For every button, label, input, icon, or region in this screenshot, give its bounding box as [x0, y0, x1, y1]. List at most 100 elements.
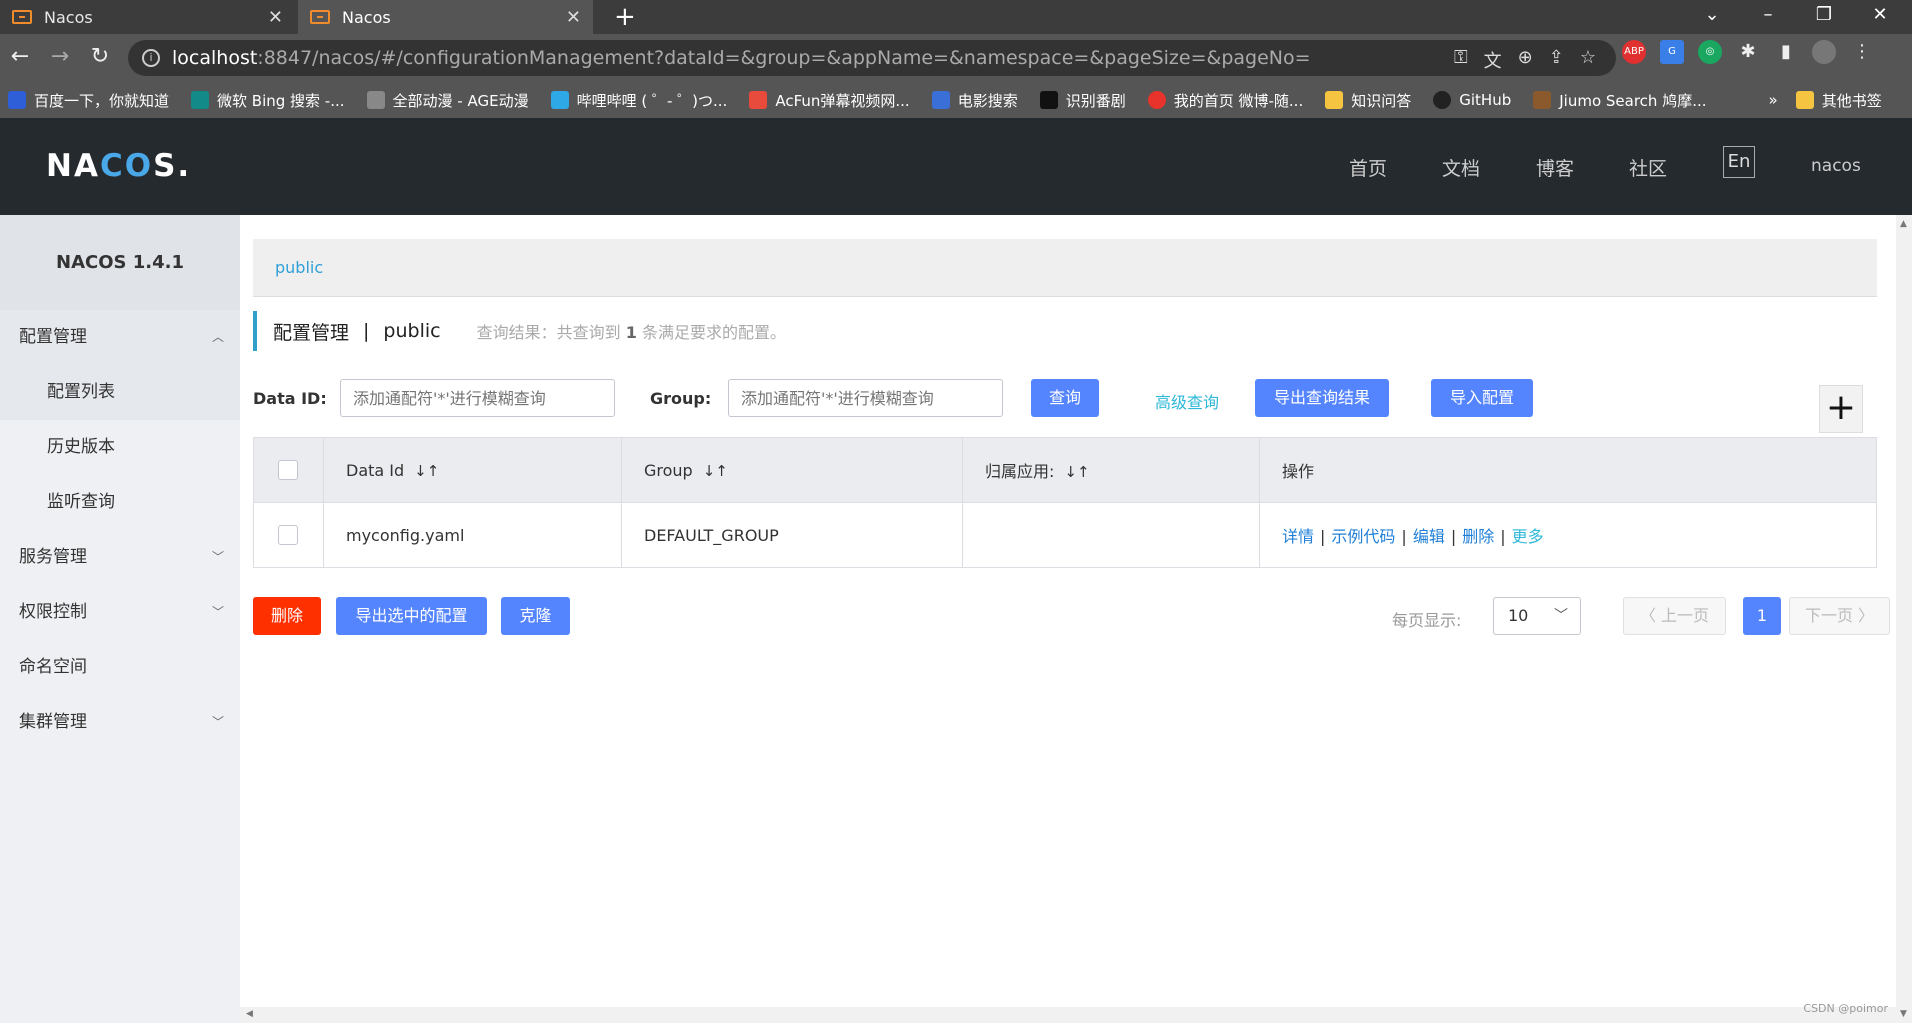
import-config-button[interactable]: 导入配置 — [1431, 379, 1533, 417]
bookmarks-overflow-button[interactable]: » — [1769, 91, 1778, 109]
select-all-checkbox[interactable] — [278, 460, 298, 481]
page-size-select[interactable]: 10 ﹀ — [1493, 597, 1581, 635]
extension-bar: ABP G ◎ ✱ ▮ ⋮ — [1622, 40, 1874, 64]
user-menu[interactable]: nacos — [1811, 156, 1861, 176]
nacos-logo[interactable]: NACOS. — [46, 148, 191, 184]
nacos-favicon-icon — [12, 10, 32, 24]
bookmark-item[interactable]: 微软 Bing 搜索 -... — [191, 90, 345, 111]
bookmark-star-icon[interactable]: ☆ — [1580, 47, 1596, 73]
translate-extension-icon[interactable]: G — [1660, 40, 1684, 64]
key-icon[interactable]: ⚿ — [1454, 47, 1468, 73]
namespace-tab-public[interactable]: public — [275, 258, 323, 277]
sidebar-group-permission[interactable]: 权限控制 ﹀ — [0, 585, 240, 640]
sidebar-group-cluster[interactable]: 集群管理 ﹀ — [0, 695, 240, 750]
op-sample-code-link[interactable]: 示例代码 — [1331, 527, 1395, 546]
nav-blog[interactable]: 博客 — [1536, 154, 1574, 181]
bookmark-item[interactable]: 我的首页 微博-随... — [1147, 90, 1303, 111]
green-extension-icon[interactable]: ◎ — [1698, 40, 1722, 64]
other-bookmarks-folder[interactable]: 其他书签 — [1795, 90, 1882, 111]
back-arrow-icon[interactable]: ← — [4, 42, 36, 74]
browser-menu-icon[interactable]: ⋮ — [1850, 40, 1874, 64]
sidebar-group-namespace[interactable]: 命名空间 — [0, 640, 240, 695]
translate-icon[interactable]: 文 — [1484, 47, 1502, 73]
close-window-icon[interactable]: ✕ — [1852, 0, 1908, 34]
nav-community[interactable]: 社区 — [1629, 154, 1667, 181]
puzzle-extensions-icon[interactable]: ✱ — [1736, 40, 1760, 64]
zoom-icon[interactable]: ⊕ — [1518, 47, 1533, 73]
export-results-button[interactable]: 导出查询结果 — [1255, 379, 1389, 417]
sidebar-group-service[interactable]: 服务管理 ﹀ — [0, 530, 240, 585]
scroll-up-icon[interactable]: ▲ — [1900, 219, 1907, 229]
chevron-up-icon: ︿ — [211, 330, 224, 344]
bookmark-item[interactable]: GitHub — [1433, 91, 1511, 109]
delete-button[interactable]: 删除 — [253, 597, 321, 635]
row-checkbox[interactable] — [278, 525, 298, 546]
tab-search-chevron-icon[interactable]: ⌄ — [1684, 0, 1740, 34]
group-input[interactable] — [728, 379, 1003, 417]
sort-icon[interactable]: ↓↑ — [414, 462, 439, 480]
sort-icon[interactable]: ↓↑ — [1064, 463, 1089, 481]
sidebar-item-history[interactable]: 历史版本 — [0, 420, 240, 475]
bookmarks-bar: 百度一下，你就知道 微软 Bing 搜索 -... 全部动漫 - AGE动漫 哔… — [0, 82, 1912, 118]
browser-tab-2[interactable]: Nacos ✕ — [298, 0, 593, 34]
close-tab-icon[interactable]: ✕ — [268, 7, 283, 28]
next-page-button[interactable]: 下一页 〉 — [1789, 597, 1890, 635]
url-path: :8847/nacos/#/configurationManagement?da… — [257, 47, 1311, 69]
op-edit-link[interactable]: 编辑 — [1413, 527, 1445, 546]
site-info-icon[interactable]: i — [142, 49, 160, 67]
clone-button[interactable]: 克隆 — [501, 597, 570, 635]
bookmark-item[interactable]: 全部动漫 - AGE动漫 — [366, 90, 529, 111]
add-config-button[interactable]: + — [1819, 385, 1863, 433]
bookmark-item[interactable]: 识别番剧 — [1039, 90, 1126, 111]
browser-tab-1[interactable]: Nacos ✕ — [0, 0, 295, 34]
bookmark-item[interactable]: 哔哩哔哩 ( ゜- ゜)つ... — [550, 90, 727, 111]
advanced-query-link[interactable]: 高级查询 — [1155, 389, 1219, 413]
share-icon[interactable]: ⇪ — [1549, 47, 1564, 73]
bookmark-item[interactable]: 电影搜索 — [931, 90, 1018, 111]
close-tab-icon[interactable]: ✕ — [566, 7, 581, 28]
browser-tab-bar: Nacos ✕ Nacos ✕ + ⌄ – ❐ ✕ — [0, 0, 1912, 34]
new-tab-button[interactable]: + — [614, 2, 636, 32]
scroll-down-icon[interactable]: ▼ — [1900, 1009, 1907, 1019]
vertical-scrollbar[interactable]: ▲ ▼ — [1896, 215, 1912, 1023]
watermark: CSDN @poimor — [1803, 1002, 1888, 1015]
bookmark-favicon-icon — [550, 91, 569, 109]
minimize-icon[interactable]: – — [1740, 0, 1796, 34]
data-id-input[interactable] — [340, 379, 615, 417]
op-delete-link[interactable]: 删除 — [1462, 527, 1494, 546]
chevron-down-icon: ﹀ — [1554, 608, 1568, 624]
nav-docs[interactable]: 文档 — [1442, 154, 1480, 181]
folder-icon — [1795, 91, 1814, 109]
export-selected-button[interactable]: 导出选中的配置 — [336, 597, 487, 635]
side-panel-icon[interactable]: ▮ — [1774, 40, 1798, 64]
restore-icon[interactable]: ❐ — [1796, 0, 1852, 34]
bookmark-item[interactable]: AcFun弹幕视频网... — [749, 90, 910, 111]
horizontal-scrollbar[interactable]: ◀ — [240, 1007, 1896, 1023]
chevron-down-icon: ﹀ — [211, 715, 224, 729]
sidebar-item-config-list[interactable]: 配置列表 — [0, 365, 240, 420]
column-app: 归属应用: ↓↑ — [962, 437, 1260, 503]
nav-home[interactable]: 首页 — [1349, 154, 1387, 181]
op-detail-link[interactable]: 详情 — [1282, 527, 1314, 546]
table-header-row: Data Id ↓↑ Group ↓↑ 归属应用: ↓↑ 操作 — [253, 437, 1877, 503]
reload-icon[interactable]: ↻ — [84, 42, 116, 74]
bookmark-item[interactable]: Jiumo Search 鸠摩... — [1533, 90, 1707, 111]
profile-avatar[interactable] — [1812, 40, 1836, 64]
language-toggle-button[interactable]: En — [1723, 146, 1755, 178]
current-page-button[interactable]: 1 — [1743, 597, 1781, 635]
sidebar-group-config[interactable]: 配置管理 ︿ — [0, 310, 240, 365]
prev-page-button[interactable]: 〈 上一页 — [1623, 597, 1726, 635]
bookmark-item[interactable]: 知识问答 — [1325, 90, 1411, 111]
forward-arrow-icon[interactable]: → — [44, 42, 76, 74]
sidebar-item-listener-query[interactable]: 监听查询 — [0, 475, 240, 530]
scroll-left-icon[interactable]: ◀ — [246, 1009, 253, 1019]
select-all-cell — [253, 437, 324, 503]
query-button[interactable]: 查询 — [1031, 379, 1099, 417]
address-input[interactable]: i localhost :8847/nacos/#/configurationM… — [128, 40, 1616, 76]
sort-icon[interactable]: ↓↑ — [703, 462, 728, 480]
adblock-extension-icon[interactable]: ABP — [1622, 40, 1646, 64]
group-label: Group: — [650, 389, 712, 408]
bookmark-item[interactable]: 百度一下，你就知道 — [8, 90, 169, 111]
row-select-cell — [253, 502, 324, 568]
op-more-link[interactable]: 更多 — [1512, 527, 1544, 546]
